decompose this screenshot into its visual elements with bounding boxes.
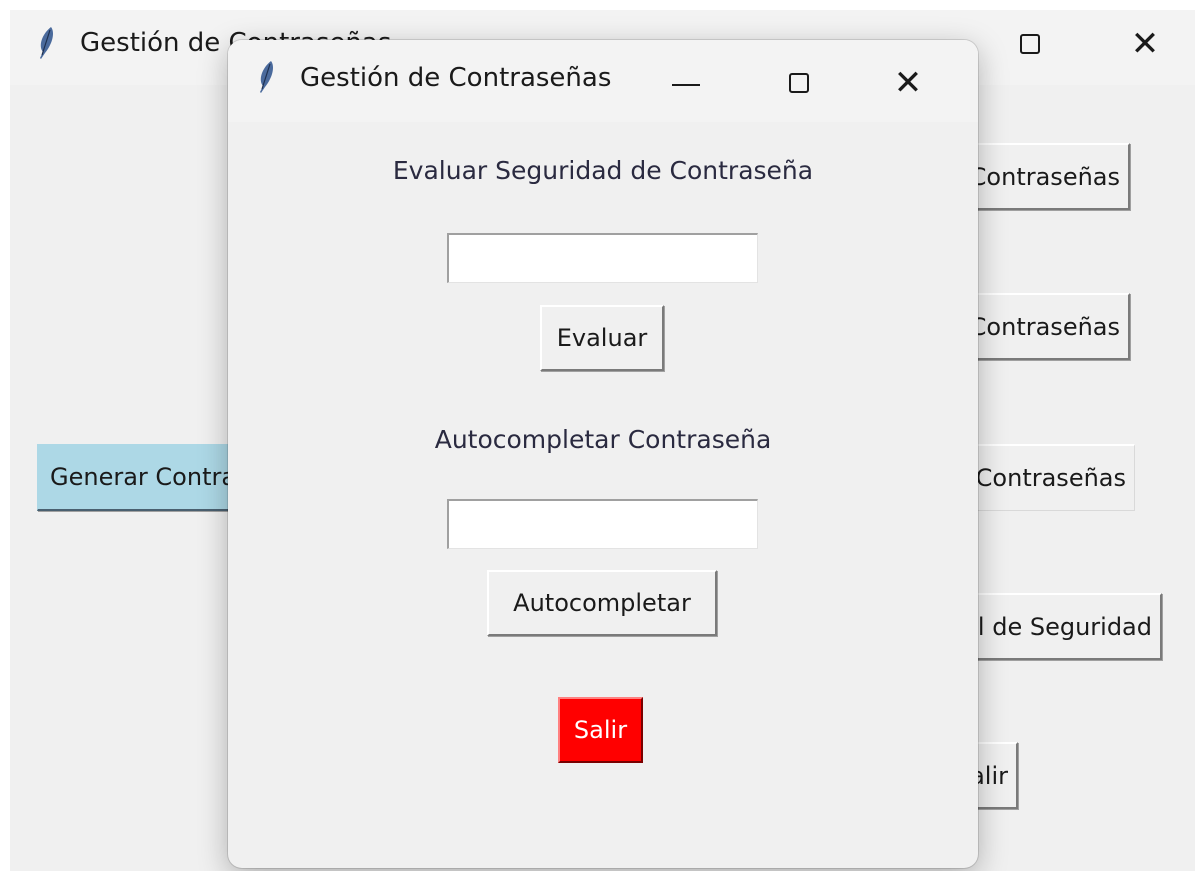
- autocomplete-heading: Autocompletar Contraseña: [434, 425, 772, 454]
- minimize-icon[interactable]: [672, 84, 700, 86]
- close-icon[interactable]: ✕: [891, 66, 925, 100]
- evaluate-password-input[interactable]: [447, 233, 758, 283]
- maximize-icon[interactable]: [1020, 34, 1040, 54]
- dialog-titlebar[interactable]: Gestión de Contraseñas ✕: [228, 40, 978, 122]
- autocomplete-password-input[interactable]: [447, 499, 758, 549]
- maximize-icon[interactable]: [789, 73, 809, 93]
- evaluate-button[interactable]: Evaluar: [540, 305, 664, 371]
- evaluate-heading: Evaluar Seguridad de Contraseña: [392, 156, 814, 185]
- dialog-title: Gestión de Contraseñas: [300, 63, 612, 93]
- autocomplete-button[interactable]: Autocompletar: [487, 570, 717, 636]
- feather-icon: [260, 61, 273, 93]
- exit-button[interactable]: Salir: [558, 697, 643, 763]
- password-dialog: Gestión de Contraseñas ✕ Evaluar Segurid…: [228, 40, 978, 868]
- feather-icon: [40, 27, 53, 59]
- close-icon[interactable]: ✕: [1128, 27, 1162, 61]
